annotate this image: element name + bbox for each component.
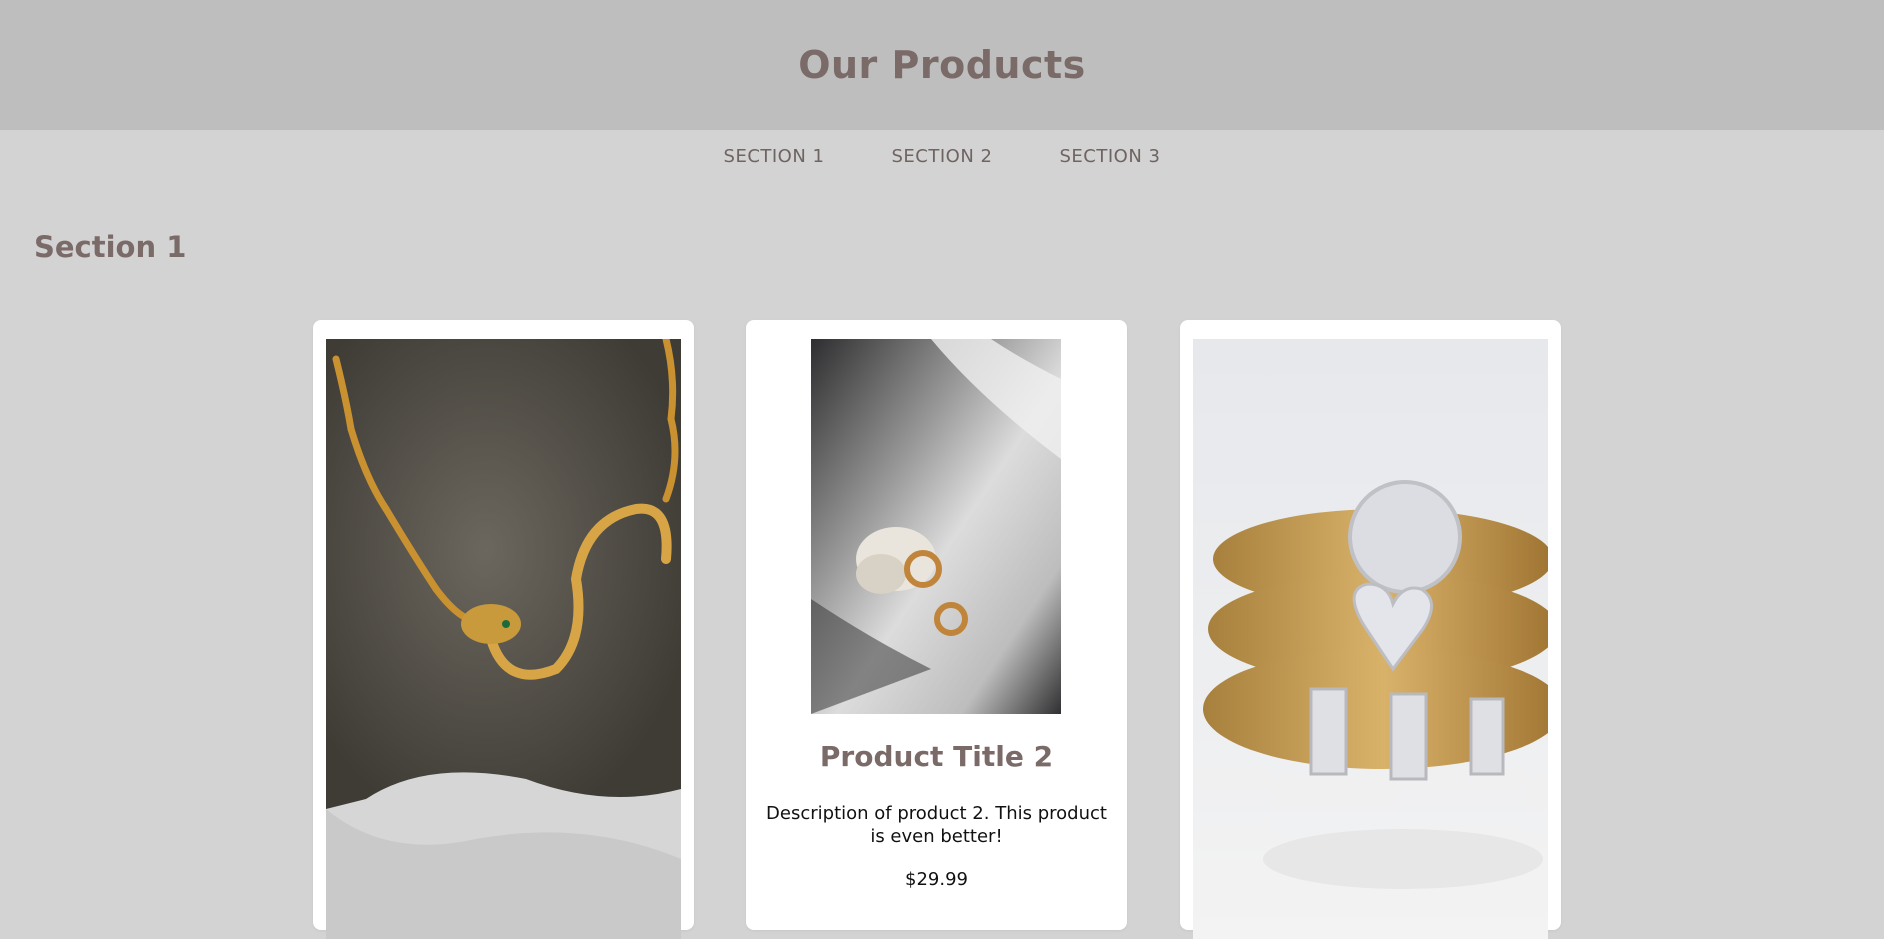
section-heading: Section 1 xyxy=(34,230,187,264)
page-header: Our Products xyxy=(0,0,1884,130)
product-title: Product Title 2 xyxy=(819,740,1054,773)
nav-link-section-2[interactable]: SECTION 2 xyxy=(892,146,993,167)
product-card-2[interactable]: Product Title 2 Description of product 2… xyxy=(746,320,1127,930)
product-card-1[interactable] xyxy=(313,320,694,939)
product-image-earrings[interactable] xyxy=(811,339,1061,714)
section-nav: SECTION 1 SECTION 2 SECTION 3 xyxy=(0,130,1884,182)
page-title: Our Products xyxy=(798,43,1086,87)
nav-link-section-1[interactable]: SECTION 1 xyxy=(724,146,825,167)
product-image-rings[interactable] xyxy=(1193,339,1548,939)
product-price: $29.99 xyxy=(905,869,968,890)
product-image-necklace[interactable] xyxy=(326,339,681,939)
product-description: Description of product 2. This product i… xyxy=(766,803,1107,847)
product-card-3[interactable] xyxy=(1180,320,1561,939)
nav-link-section-3[interactable]: SECTION 3 xyxy=(1059,146,1160,167)
